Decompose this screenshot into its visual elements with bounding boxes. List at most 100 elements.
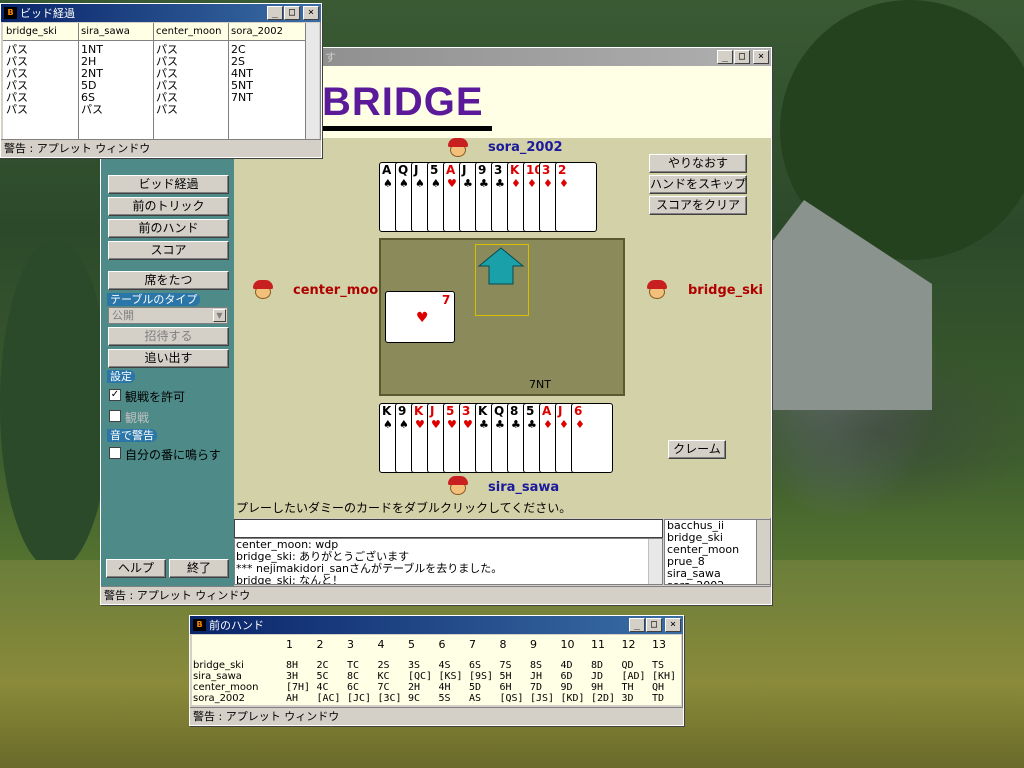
card[interactable]: 6 ♦ xyxy=(571,403,613,473)
claim-button[interactable]: クレーム xyxy=(668,440,726,459)
minimize-icon[interactable]: _ xyxy=(717,50,733,64)
turn-arrow-icon xyxy=(477,247,525,285)
prev-hand-card: 8D xyxy=(591,660,604,671)
card-suit: ♠ xyxy=(399,177,409,190)
close-icon[interactable]: × xyxy=(753,50,769,64)
bid-column-header[interactable]: center_moon xyxy=(156,26,222,37)
prev-hand-card: 2S xyxy=(377,660,390,671)
app-icon: B xyxy=(4,7,17,19)
prev-hand-card: 8S xyxy=(530,660,543,671)
user-item[interactable]: sora_2002 xyxy=(667,580,770,585)
card-suit: ♦ xyxy=(511,177,521,190)
column-divider xyxy=(78,23,79,140)
prev-hand-card: JD xyxy=(591,671,604,682)
prev-hand-card: JH xyxy=(530,671,543,682)
avatar-north xyxy=(446,138,470,158)
prev-hand-button[interactable]: 前のハンド xyxy=(108,219,229,238)
prev-hand-card: 4D xyxy=(560,660,573,671)
card-rank: J xyxy=(558,404,563,418)
card-suit: ♦ xyxy=(559,418,569,431)
clear-score-button[interactable]: スコアをクリア xyxy=(649,196,747,215)
card-rank: 5 xyxy=(526,404,535,418)
bid-column-header[interactable]: bridge_ski xyxy=(6,26,57,37)
minimize-icon[interactable]: _ xyxy=(629,618,645,632)
bid-column-header[interactable]: sira_sawa xyxy=(81,26,130,37)
score-button[interactable]: スコア xyxy=(108,241,229,260)
prev-hand-card: 5H xyxy=(499,671,512,682)
card[interactable]: 2 ♦ xyxy=(555,162,597,232)
close-icon[interactable]: × xyxy=(665,618,681,632)
prev-hand-player: center_moon xyxy=(193,682,259,693)
bid-history-button[interactable]: ビッド経過 xyxy=(108,175,229,194)
prev-hand-card: TC xyxy=(347,660,360,671)
prev-hand-col-header: 7 xyxy=(469,638,476,651)
kick-button[interactable]: 追い出す xyxy=(108,349,229,368)
prev-hand-card: 7C xyxy=(377,682,390,693)
prev-hand-card: TD xyxy=(652,693,665,704)
bid-history-window: B ビッド経過 _ □ × bridge_ski パス パス パス パス パス パス sira_s… xyxy=(0,3,322,158)
card-suit: ♠ xyxy=(399,418,409,431)
prev-hand-card: TH xyxy=(621,682,634,693)
prev-hand-card: AH xyxy=(286,693,299,704)
allow-watch-label: 観戦を許可 xyxy=(125,390,186,404)
player-west: center_moon xyxy=(293,283,388,298)
card-suit: ♣ xyxy=(479,177,489,190)
prev-hand-card: 6H xyxy=(499,682,512,693)
allow-watch-checkbox[interactable]: ✓ xyxy=(109,389,121,401)
chat-log[interactable]: center_moon: wdp bridge_ski: ありがとうございます … xyxy=(234,538,663,585)
help-button[interactable]: ヘルプ xyxy=(106,559,166,578)
bid-scrollbar[interactable] xyxy=(305,23,319,140)
chat-input[interactable] xyxy=(234,519,663,538)
maximize-icon[interactable]: □ xyxy=(646,618,662,632)
user-list[interactable]: bacchus_ii bridge_ski center_moon prue_8… xyxy=(664,519,771,585)
card-rank: J xyxy=(430,404,435,418)
chat-scrollbar[interactable] xyxy=(648,539,662,584)
redo-button[interactable]: やりなおす xyxy=(649,154,747,173)
prev-hand-title-bar[interactable]: B 前のハンド _ □ × xyxy=(190,616,683,634)
chat-line: bridge_ski: なんと！ xyxy=(236,574,344,585)
card-suit: ♠ xyxy=(383,177,393,190)
table-type-value: 公開 xyxy=(112,309,134,322)
avatar-west xyxy=(251,280,275,300)
prev-hand-card: 7D xyxy=(530,682,543,693)
maximize-icon[interactable]: □ xyxy=(734,50,750,64)
card-suit: ♣ xyxy=(479,418,489,431)
close-icon[interactable]: × xyxy=(303,6,319,20)
card-rank: 3 xyxy=(494,163,503,177)
ring-turn-checkbox[interactable] xyxy=(109,447,121,459)
card-suit: ♣ xyxy=(495,177,505,190)
card-rank: A xyxy=(446,163,456,177)
card-rank: A xyxy=(382,163,392,177)
prev-hand-col-header: 8 xyxy=(499,638,507,651)
card-suit: ♣ xyxy=(495,418,505,431)
chevron-down-icon: ▼ xyxy=(213,309,226,322)
prev-trick-button[interactable]: 前のトリック xyxy=(108,197,229,216)
bid-title: ビッド経過 xyxy=(20,7,75,20)
bid-column-header[interactable]: sora_2002 xyxy=(231,26,283,37)
skip-hand-button[interactable]: ハンドをスキップ xyxy=(649,175,747,194)
table-type-select[interactable]: 公開 ▼ xyxy=(108,307,228,324)
leave-seat-button[interactable]: 席をたつ xyxy=(108,271,229,290)
maximize-icon[interactable]: □ xyxy=(284,6,300,20)
main-status: 警告 : アプレット ウィンドウ xyxy=(101,586,771,604)
quit-button[interactable]: 終了 xyxy=(169,559,229,578)
card-rank: K xyxy=(414,404,424,418)
invite-button[interactable]: 招待する xyxy=(108,327,229,346)
prev-hand-player: bridge_ski xyxy=(193,660,244,671)
bid-title-bar[interactable]: B ビッド経過 _ □ × xyxy=(1,4,321,22)
prev-hand-card: 2C xyxy=(316,660,329,671)
prev-hand-card: 4S xyxy=(438,660,451,671)
prev-hand-card: 9C xyxy=(408,693,421,704)
prev-hand-card: [AC] xyxy=(316,693,341,704)
prev-hand-card: [JS] xyxy=(530,693,555,704)
minimize-icon[interactable]: _ xyxy=(267,6,283,20)
private-checkbox[interactable] xyxy=(109,410,121,422)
prev-hand-card: [KH] xyxy=(652,671,677,682)
prev-hand-card: 5S xyxy=(438,693,451,704)
prev-hand-card: [JC] xyxy=(347,693,372,704)
prev-hand-card: 4H xyxy=(438,682,451,693)
user-list-scrollbar[interactable] xyxy=(756,520,770,584)
prev-hand-card: 8H xyxy=(286,660,299,671)
prompt-bar: プレーしたいダミーのカードをダブルクリックしてください。 xyxy=(234,500,771,518)
prev-hand-card: [2D] xyxy=(591,693,616,704)
